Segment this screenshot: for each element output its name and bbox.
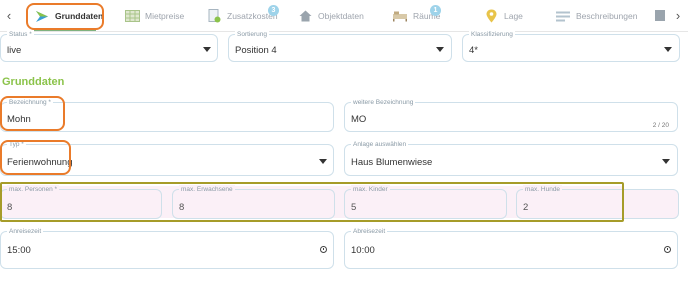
anreisezeit-input[interactable]: Anreisezeit 15:00 — [0, 227, 334, 269]
abreisezeit-value: 10:00 — [351, 245, 375, 256]
chevron-down-icon — [662, 159, 670, 164]
tab-label: Mietpreise — [145, 11, 185, 21]
map-pin-icon — [483, 9, 499, 23]
tab-label: Objektdaten — [318, 11, 364, 21]
abreisezeit-input[interactable]: Abreisezeit 10:00 — [344, 227, 678, 269]
tabs-prev-icon[interactable]: ‹ — [2, 8, 16, 23]
max-personen-value: 8 — [7, 202, 13, 213]
anreisezeit-label: Anreisezeit — [7, 227, 44, 236]
klassifizierung-label: Klassifizierung — [469, 30, 515, 39]
max-erwachsene-label: max. Erwachsene — [179, 185, 235, 194]
tab-beschreibungen[interactable]: Beschreibungen — [555, 7, 637, 25]
max-erwachsene-value: 8 — [179, 202, 185, 213]
typ-select[interactable]: Typ * Ferienwohnung — [0, 140, 334, 176]
chevron-down-icon — [203, 47, 211, 52]
tab-bar: ‹ Grunddaten Mietpreise Zusatzkosten 3 O… — [0, 0, 688, 32]
chevron-down-icon — [436, 47, 444, 52]
sortierung-label: Sortierung — [235, 30, 269, 39]
zusatzkosten-count-badge: 3 — [268, 5, 279, 16]
tab-label: Lage — [504, 11, 523, 21]
status-label: Status * — [7, 30, 34, 39]
tab-label: Grunddaten — [55, 11, 104, 21]
typ-label: Typ * — [7, 140, 26, 149]
sortierung-value: Position 4 — [235, 45, 277, 56]
character-counter: 2 / 20 — [652, 122, 669, 129]
max-personen-input[interactable]: max. Personen * 8 — [0, 185, 162, 219]
anlage-label: Anlage auswählen — [351, 140, 409, 149]
tab-zusatzkosten[interactable]: Zusatzkosten — [206, 7, 278, 25]
abreisezeit-label: Abreisezeit — [351, 227, 388, 236]
house-icon — [297, 9, 313, 23]
status-value: live — [7, 45, 22, 56]
clock-icon[interactable] — [320, 246, 327, 253]
max-kinder-input[interactable]: max. Kinder 5 — [344, 185, 507, 219]
max-hunde-label: max. Hunde — [523, 185, 563, 194]
tab-mietpreise[interactable]: Mietpreise — [124, 7, 184, 25]
tab-label: Beschreibungen — [576, 11, 638, 21]
weitere-bezeichnung-label: weitere Bezeichnung — [351, 98, 416, 107]
bezeichnung-input[interactable]: Bezeichnung * Mohn — [0, 98, 334, 132]
active-tab-indicator — [34, 29, 96, 31]
tabs-next-icon[interactable]: › — [671, 8, 685, 23]
chevron-down-icon — [319, 159, 327, 164]
weitere-bezeichnung-input[interactable]: weitere Bezeichnung MO 2 / 20 — [344, 98, 678, 132]
bezeichnung-label: Bezeichnung * — [7, 98, 53, 107]
max-kinder-value: 5 — [351, 202, 357, 213]
bezeichnung-value: Mohn — [7, 114, 31, 125]
table-grid-icon — [124, 9, 140, 23]
section-title: Grunddaten — [2, 76, 65, 88]
bed-icon — [392, 9, 408, 23]
max-hunde-value: 2 — [523, 202, 529, 213]
anreisezeit-value: 15:00 — [7, 245, 31, 256]
house-icon — [655, 8, 665, 27]
max-hunde-input[interactable]: max. Hunde 2 — [516, 185, 679, 219]
status-select[interactable]: Status * live — [0, 30, 218, 62]
weitere-bezeichnung-value: MO — [351, 114, 367, 125]
tab-lage[interactable]: Lage — [483, 7, 523, 25]
klassifizierung-value: 4* — [469, 45, 478, 56]
typ-value: Ferienwohnung — [7, 157, 73, 168]
anlage-select[interactable]: Anlage auswählen Haus Blumenwiese — [344, 140, 678, 176]
chevron-down-icon — [664, 47, 672, 52]
raeume-count-badge: 1 — [430, 5, 441, 16]
clock-icon[interactable] — [664, 246, 671, 253]
max-erwachsene-input[interactable]: max. Erwachsene 8 — [172, 185, 335, 219]
anlage-value: Haus Blumenwiese — [351, 157, 433, 168]
tab-objektdaten[interactable]: Objektdaten — [297, 7, 364, 25]
document-cost-icon — [206, 9, 222, 23]
klassifizierung-select[interactable]: Klassifizierung 4* — [462, 30, 680, 62]
max-kinder-label: max. Kinder — [351, 185, 390, 194]
sortierung-select[interactable]: Sortierung Position 4 — [228, 30, 452, 62]
text-lines-icon — [555, 9, 571, 23]
tab-grunddaten[interactable]: Grunddaten — [34, 7, 103, 25]
max-personen-label: max. Personen * — [7, 185, 60, 194]
arrow-logo-icon — [34, 9, 50, 23]
